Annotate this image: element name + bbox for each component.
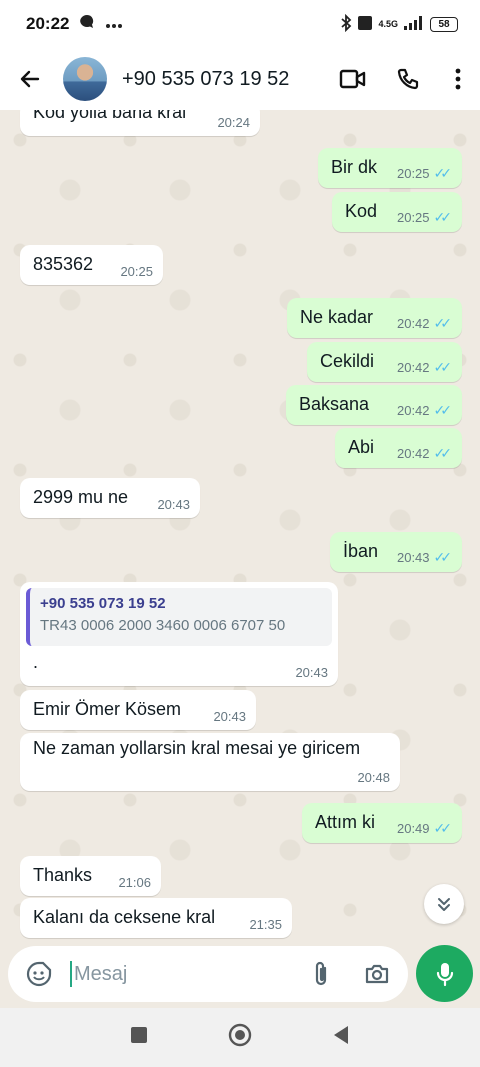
chat-bubble-icon (79, 14, 95, 35)
read-ticks-icon: ✓✓ (433, 165, 453, 181)
message-bubble[interactable]: Bir dk 20:25 ✓✓ (318, 148, 462, 188)
message-bubble-reply[interactable]: +90 535 073 19 52 TR43 0006 2000 3460 00… (20, 582, 338, 686)
battery-indicator: 58 (430, 16, 458, 32)
home-icon[interactable] (228, 1023, 252, 1052)
more-horiz-icon (105, 14, 123, 34)
message-text: Abi (348, 437, 375, 457)
message-text: Ne kadar (300, 307, 374, 327)
back-nav-icon[interactable] (332, 1025, 350, 1050)
message-bubble[interactable]: Attım ki 20:49 ✓✓ (302, 803, 462, 843)
message-time: 20:43 (295, 665, 328, 680)
message-text: Cekildi (320, 351, 375, 371)
message-time: 21:35 (249, 917, 282, 932)
message-time: 20:42 (396, 316, 430, 331)
message-text: Kod (345, 201, 378, 221)
message-text: 2999 mu ne (33, 487, 129, 507)
message-text: Ne zaman yollarsin kral mesai ye giricem (33, 738, 361, 758)
network-type: 4.5G (378, 19, 398, 29)
message-time: 20:43 (213, 709, 246, 724)
camera-icon[interactable] (358, 955, 396, 993)
message-time: 21:06 (118, 875, 151, 890)
message-text: Thanks (33, 865, 93, 885)
message-text: İban (343, 541, 379, 561)
message-text: Attım ki (315, 812, 376, 832)
double-chevron-down-icon[interactable] (424, 884, 464, 924)
message-bubble[interactable]: Baksana 20:42 ✓✓ (286, 385, 462, 425)
message-text: . (33, 652, 39, 672)
bluetooth-icon (340, 13, 352, 35)
read-ticks-icon: ✓✓ (433, 445, 453, 461)
quoted-text: TR43 0006 2000 3460 0006 6707 50 (40, 617, 286, 634)
message-text: Bir dk (331, 157, 378, 177)
message-text: Baksana (299, 394, 370, 414)
paperclip-icon[interactable] (302, 955, 340, 993)
quoted-sender: +90 535 073 19 52 (40, 595, 166, 612)
message-bubble[interactable]: Abi 20:42 ✓✓ (335, 428, 462, 468)
message-bubble[interactable]: Kod 20:25 ✓✓ (332, 192, 462, 232)
message-time: 20:48 (357, 770, 390, 785)
message-time: 20:43 (396, 550, 430, 565)
message-text: Kod yolla bana kral (33, 110, 187, 122)
message-bubble[interactable]: Emir Ömer Kösem 20:43 (20, 690, 256, 730)
volte-icon (358, 15, 373, 33)
contact-name[interactable]: +90 535 073 19 52 (122, 68, 289, 91)
message-bubble[interactable]: 835362 20:25 (20, 245, 163, 285)
message-input[interactable]: Mesaj (70, 961, 302, 987)
chat-header: +90 535 073 19 52 (0, 48, 480, 110)
message-composer: Mesaj (8, 946, 408, 1002)
message-bubble[interactable]: Kod yolla bana kral 20:24 (20, 110, 260, 136)
message-text: Emir Ömer Kösem (33, 699, 182, 719)
read-ticks-icon: ✓✓ (433, 315, 453, 331)
message-bubble[interactable]: İban 20:43 ✓✓ (330, 532, 462, 572)
phone-icon[interactable] (380, 48, 435, 110)
message-time: 20:24 (217, 115, 250, 130)
message-time: 20:25 (396, 166, 430, 181)
chat-area[interactable]: Kod yolla bana kral 20:24 Bir dk 20:25 ✓✓… (0, 110, 480, 948)
read-ticks-icon: ✓✓ (433, 359, 453, 375)
message-bubble[interactable]: Ne zaman yollarsin kral mesai ye giricem… (20, 733, 400, 791)
avatar[interactable] (63, 57, 107, 101)
message-time: 20:25 (396, 210, 430, 225)
recents-icon[interactable] (130, 1026, 148, 1049)
status-time: 20:22 (26, 14, 70, 33)
message-time: 20:49 (396, 821, 430, 836)
quoted-message[interactable]: +90 535 073 19 52 TR43 0006 2000 3460 00… (26, 588, 332, 646)
read-ticks-icon: ✓✓ (433, 209, 453, 225)
signal-icon (404, 15, 424, 33)
status-bar: 20:22 4.5G 58 (0, 0, 480, 48)
message-time: 20:42 (396, 446, 430, 461)
mic-icon[interactable] (416, 945, 473, 1002)
system-nav-bar (0, 1008, 480, 1067)
read-ticks-icon: ✓✓ (433, 549, 453, 565)
message-time: 20:43 (157, 497, 190, 512)
message-bubble[interactable]: Thanks 21:06 (20, 856, 161, 896)
message-text: Kalanı da ceksene kral (33, 907, 216, 927)
message-bubble[interactable]: Kalanı da ceksene kral 21:35 (20, 898, 292, 938)
read-ticks-icon: ✓✓ (433, 820, 453, 836)
arrow-left-icon[interactable] (0, 48, 60, 110)
read-ticks-icon: ✓✓ (433, 402, 453, 418)
more-vert-icon[interactable] (435, 48, 480, 110)
message-time: 20:42 (396, 403, 430, 418)
message-bubble[interactable]: Ne kadar 20:42 ✓✓ (287, 298, 462, 338)
sticker-icon[interactable] (20, 955, 58, 993)
message-time: 20:25 (120, 264, 153, 279)
message-text: 835362 (33, 254, 94, 274)
message-time: 20:42 (396, 360, 430, 375)
video-call-icon[interactable] (325, 48, 380, 110)
message-bubble[interactable]: 2999 mu ne 20:43 (20, 478, 200, 518)
message-bubble[interactable]: Cekildi 20:42 ✓✓ (307, 342, 462, 382)
